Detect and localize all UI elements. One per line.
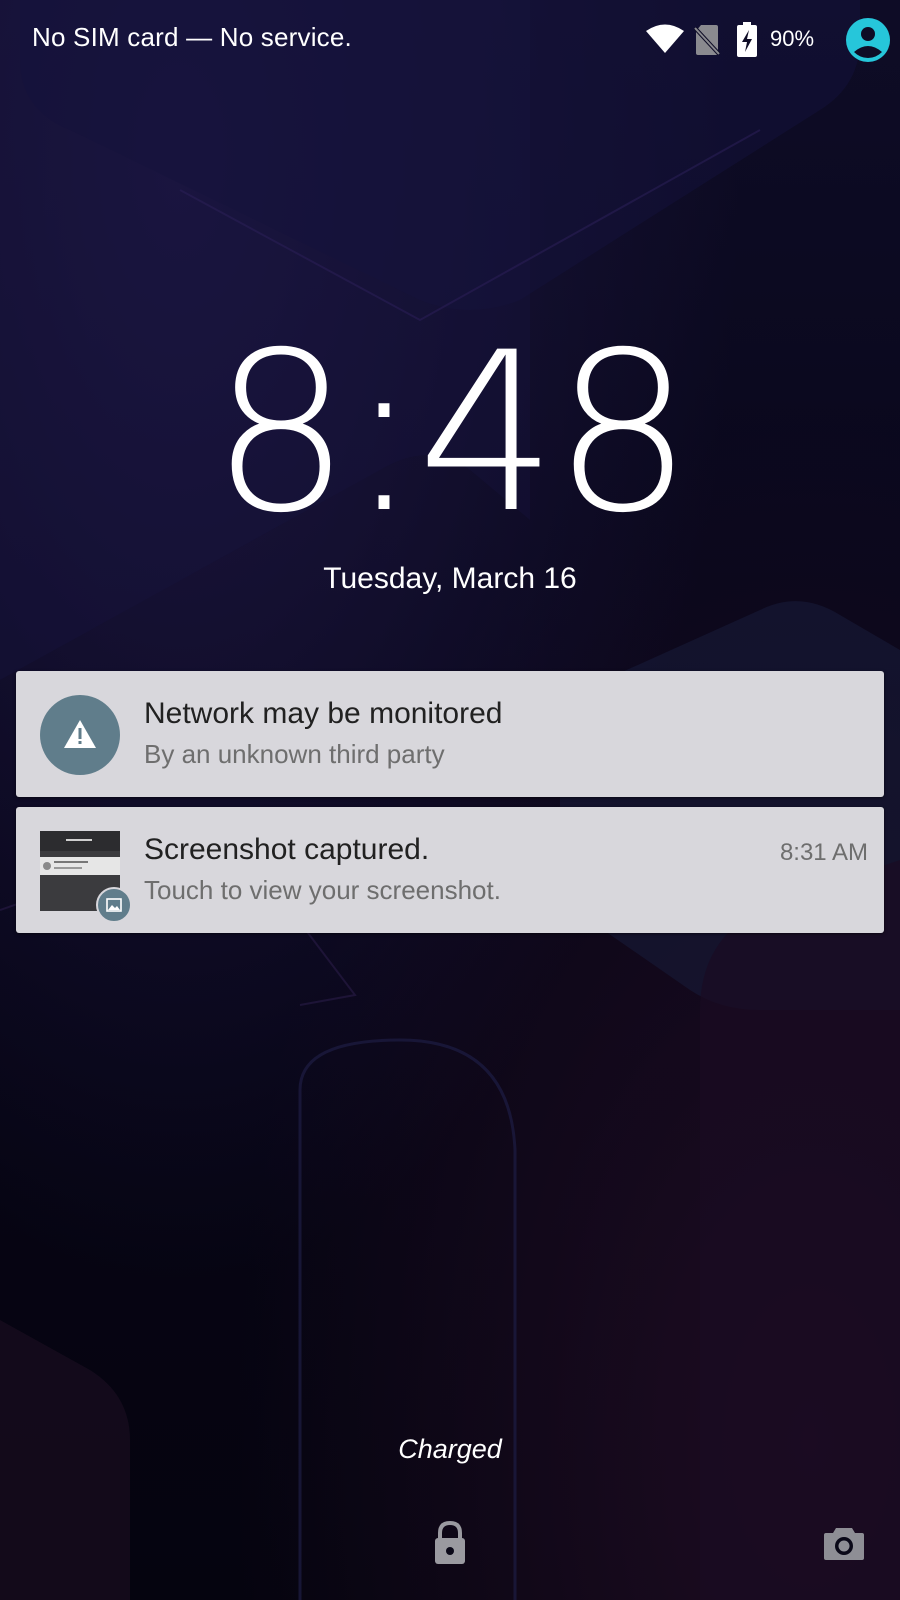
lock-clock: 8:48 xyxy=(210,305,693,561)
notification-title: Network may be monitored xyxy=(144,697,503,730)
screenshot-badge xyxy=(96,887,132,923)
battery-percent: 90% xyxy=(770,26,815,51)
camera-icon[interactable] xyxy=(822,1524,866,1562)
notification-text: By an unknown third party xyxy=(144,739,445,769)
lock-screen: No SIM card — No service. 90% 8:48 Tuesd… xyxy=(0,0,900,1600)
user-avatar-icon[interactable] xyxy=(846,18,890,62)
charging-status: Charged xyxy=(398,1434,502,1464)
wifi-icon xyxy=(646,24,684,53)
notification-network-monitored[interactable]: Network may be monitored By an unknown t… xyxy=(16,671,884,797)
notification-icon-circle xyxy=(40,695,120,775)
notification-time: 8:31 AM xyxy=(779,839,868,866)
battery-charging-icon xyxy=(737,22,757,57)
notification-screenshot-captured[interactable]: Screenshot captured. 8:31 AM Touch to vi… xyxy=(16,807,884,933)
warning-icon xyxy=(64,720,96,748)
no-sim-icon xyxy=(694,25,720,56)
lock-date: Tuesday, March 16 xyxy=(323,562,577,595)
status-icons: 90% xyxy=(610,0,900,82)
lock-icon[interactable] xyxy=(430,1520,470,1566)
notification-title: Screenshot captured. xyxy=(144,833,430,866)
status-bar[interactable]: No SIM card — No service. 90% xyxy=(0,0,900,82)
wallpaper xyxy=(0,0,900,1600)
carrier-text: No SIM card — No service. xyxy=(32,22,352,52)
image-icon xyxy=(106,898,122,912)
notification-text: Touch to view your screenshot. xyxy=(144,875,501,905)
